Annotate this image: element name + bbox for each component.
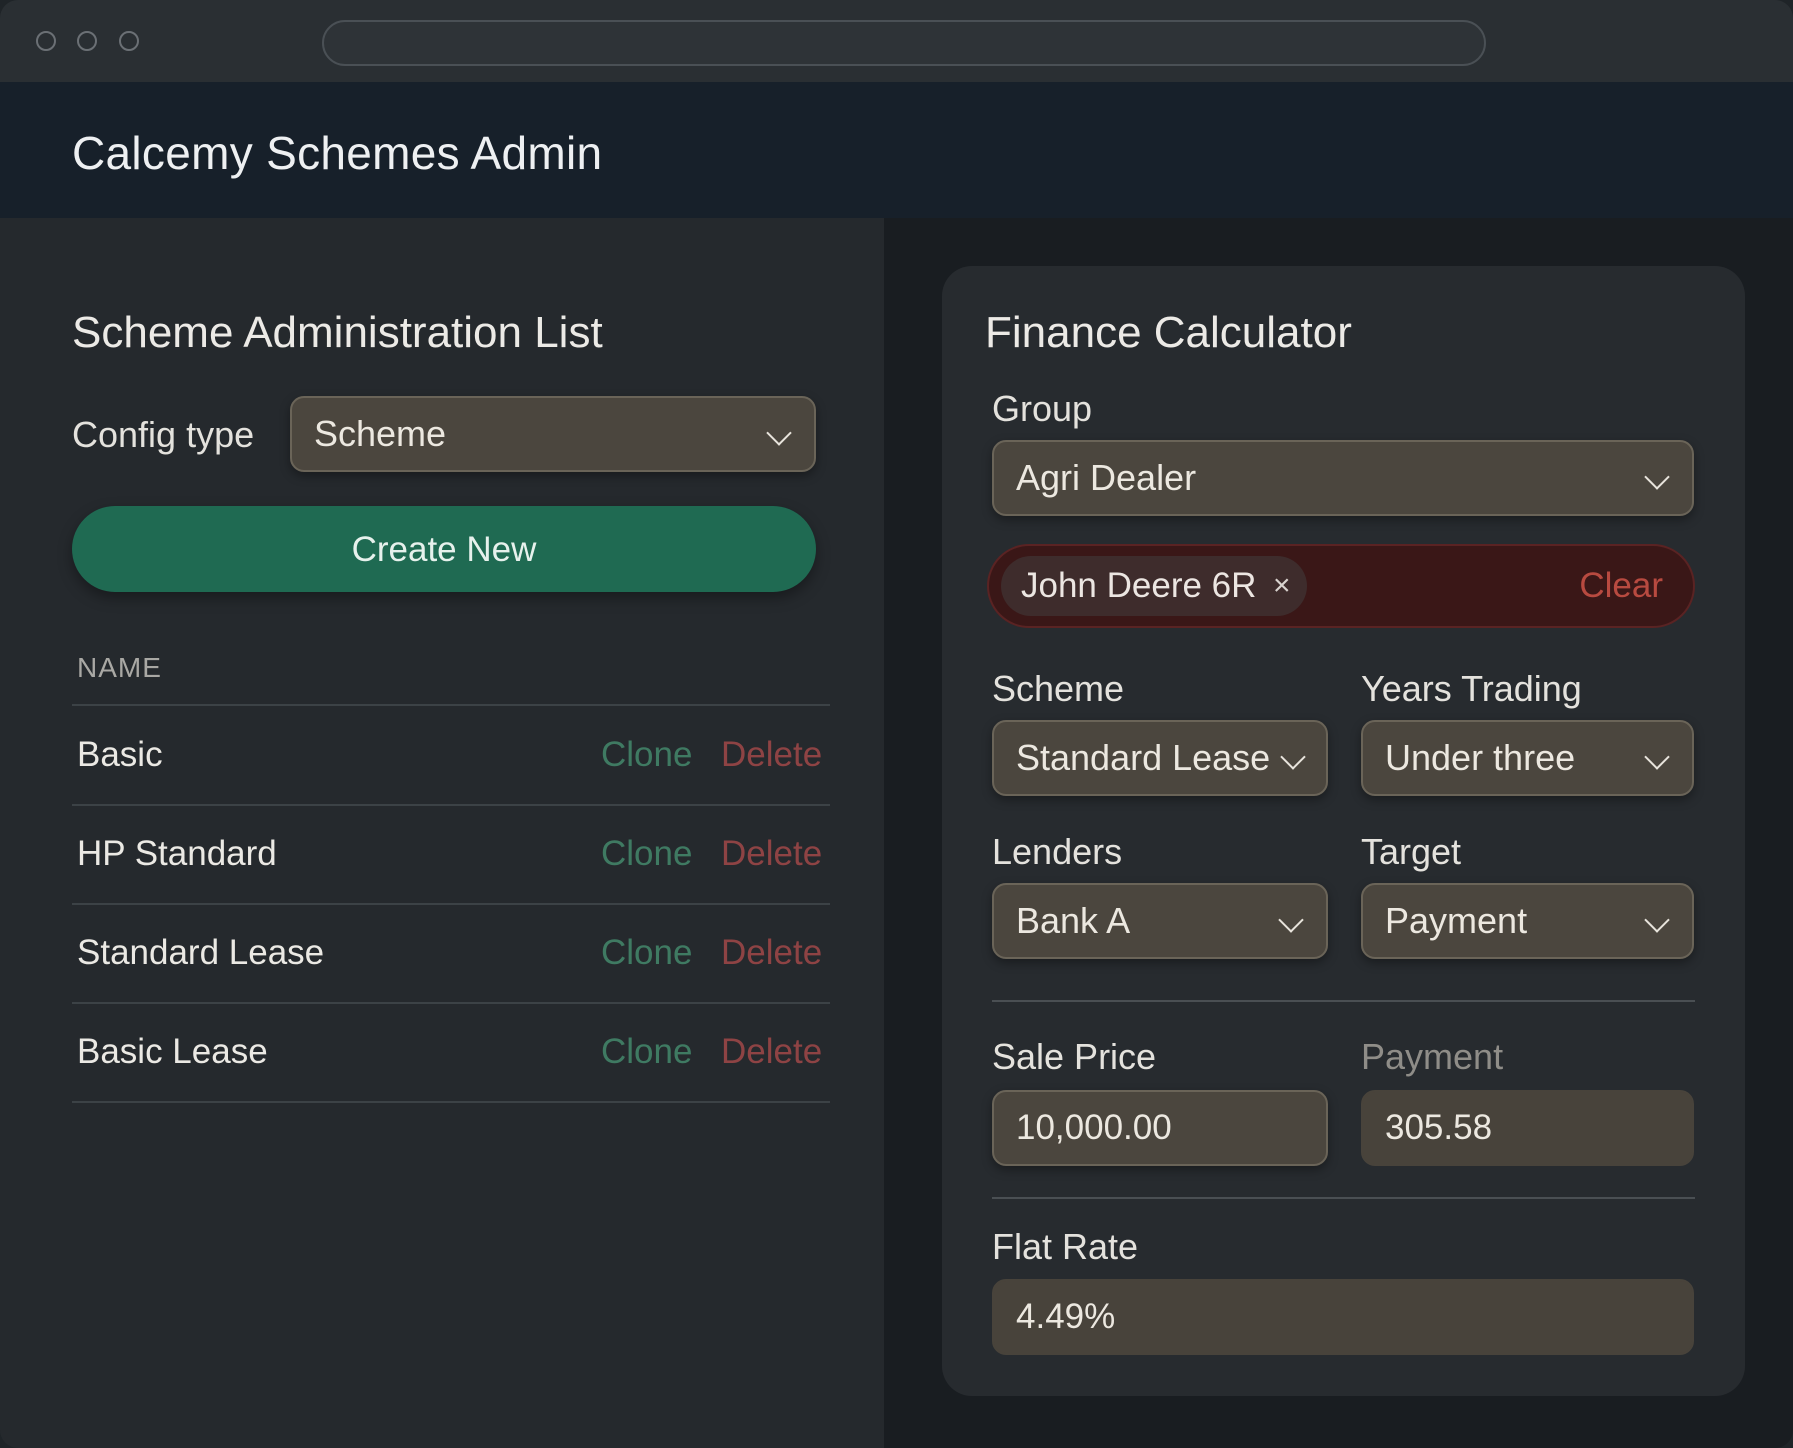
scheme-row-name: Standard Lease [77, 933, 325, 972]
table-divider [72, 1101, 830, 1103]
sale-price-value: 10,000.00 [1016, 1108, 1172, 1147]
payment-output: 305.58 [1361, 1090, 1694, 1166]
years-trading-select[interactable]: Under three [1361, 720, 1694, 796]
lenders-value: Bank A [1016, 900, 1131, 941]
close-icon[interactable]: × [1273, 556, 1291, 616]
chevron-down-icon [766, 420, 792, 446]
flat-rate-value: 4.49% [1016, 1297, 1116, 1336]
app-title: Calcemy Schemes Admin [72, 127, 603, 179]
product-chip-bar[interactable]: John Deere 6R × Clear [987, 544, 1695, 628]
minimize-window-dot[interactable] [77, 31, 97, 51]
chevron-down-icon [1644, 744, 1670, 770]
table-divider [72, 704, 830, 706]
group-select[interactable]: Agri Dealer [992, 440, 1694, 516]
years-trading-value: Under three [1385, 737, 1576, 778]
target-select[interactable]: Payment [1361, 883, 1694, 959]
lenders-select[interactable]: Bank A [992, 883, 1328, 959]
target-label: Target [1361, 831, 1462, 872]
payment-label: Payment [1361, 1036, 1504, 1077]
flat-rate-label: Flat Rate [992, 1226, 1139, 1267]
section-divider [992, 1197, 1695, 1199]
chip-label: John Deere 6R [1021, 566, 1257, 605]
calculator-heading: Finance Calculator [985, 308, 1352, 357]
maximize-window-dot[interactable] [119, 31, 139, 51]
scheme-label: Scheme [992, 668, 1125, 709]
admin-heading: Scheme Administration List [72, 308, 603, 357]
selected-product-chip: John Deere 6R × [1001, 556, 1307, 616]
table-divider [72, 1002, 830, 1004]
delete-button[interactable]: Delete [721, 834, 822, 874]
clone-button[interactable]: Clone [601, 933, 692, 973]
group-value: Agri Dealer [1016, 457, 1197, 498]
scheme-row-name: Basic [77, 735, 163, 774]
flat-rate-output: 4.49% [992, 1279, 1694, 1355]
sale-price-label: Sale Price [992, 1036, 1157, 1077]
table-divider [72, 804, 830, 806]
clone-button[interactable]: Clone [601, 1032, 692, 1072]
config-type-label: Config type [72, 414, 255, 455]
title-bar [0, 0, 1793, 82]
payment-value: 305.58 [1385, 1108, 1493, 1147]
delete-button[interactable]: Delete [721, 933, 822, 973]
column-header-name: NAME [77, 652, 162, 683]
chevron-down-icon [1644, 907, 1670, 933]
browser-window: Calcemy Schemes Admin Scheme Administrat… [0, 0, 1793, 1448]
chevron-down-icon [1278, 907, 1304, 933]
create-new-button[interactable]: Create New [72, 506, 816, 592]
clear-button[interactable]: Clear [1579, 546, 1663, 626]
close-window-dot[interactable] [36, 31, 56, 51]
target-value: Payment [1385, 900, 1528, 941]
scheme-select[interactable]: Standard Lease [992, 720, 1328, 796]
config-type-select[interactable]: Scheme [290, 396, 816, 472]
clone-button[interactable]: Clone [601, 834, 692, 874]
clone-button[interactable]: Clone [601, 735, 692, 775]
config-type-value: Scheme [314, 413, 447, 454]
chevron-down-icon [1644, 464, 1670, 490]
table-divider [72, 903, 830, 905]
lenders-label: Lenders [992, 831, 1123, 872]
delete-button[interactable]: Delete [721, 1032, 822, 1072]
group-label: Group [992, 388, 1093, 429]
scheme-row-name: Basic Lease [77, 1032, 268, 1071]
years-trading-label: Years Trading [1361, 668, 1582, 709]
sale-price-input[interactable]: 10,000.00 [992, 1090, 1328, 1166]
delete-button[interactable]: Delete [721, 735, 822, 775]
scheme-value: Standard Lease [1016, 737, 1271, 778]
section-divider [992, 1000, 1695, 1002]
address-bar[interactable] [322, 20, 1486, 66]
chevron-down-icon [1280, 744, 1306, 770]
scheme-row-name: HP Standard [77, 834, 277, 873]
app-header: Calcemy Schemes Admin [0, 82, 1793, 218]
